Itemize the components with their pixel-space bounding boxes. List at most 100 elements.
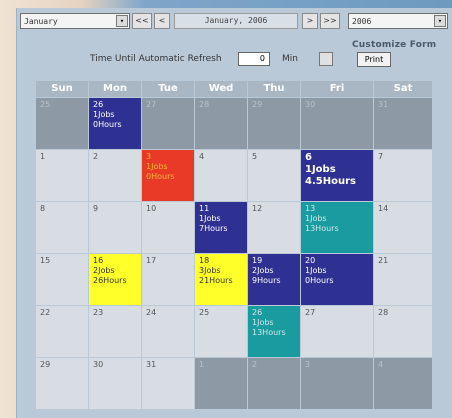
- calendar-toolbar: January ▾ << < January, 2006 > >> 2006 ▾: [20, 13, 452, 33]
- calendar-day-cell[interactable]: 3: [301, 358, 373, 409]
- calendar-day-cell[interactable]: 30: [89, 358, 141, 409]
- day-number: 30: [305, 100, 316, 109]
- calendar-day-cell[interactable]: 7: [374, 150, 432, 201]
- hours-total: 26Hours: [93, 276, 127, 285]
- day-number: 26: [93, 100, 104, 109]
- day-number: 10: [146, 204, 157, 213]
- day-header-thu: Thu: [248, 81, 300, 97]
- calendar-day-cell[interactable]: 29: [36, 358, 88, 409]
- calendar-day-cell[interactable]: 23: [89, 306, 141, 357]
- next-year-button[interactable]: >>: [320, 13, 340, 29]
- calendar-day-cell[interactable]: 2: [89, 150, 141, 201]
- calendar-day-cell[interactable]: 11 1Jobs 7Hours: [195, 202, 247, 253]
- calendar-day-cell[interactable]: 5: [248, 150, 300, 201]
- day-number: 7: [378, 152, 384, 161]
- day-number: 12: [252, 204, 263, 213]
- calendar-day-cell[interactable]: 6 1Jobs 4.5Hours: [301, 150, 373, 201]
- day-header-wed: Wed: [195, 81, 247, 97]
- hours-total: 9Hours: [252, 276, 281, 285]
- calendar-day-cell[interactable]: 1: [195, 358, 247, 409]
- day-number: 31: [378, 100, 389, 109]
- day-header-mon: Mon: [89, 81, 141, 97]
- job-count: 1Jobs: [252, 318, 274, 327]
- calendar-day-cell[interactable]: 28: [195, 98, 247, 149]
- day-number: 20: [305, 256, 316, 265]
- day-number: 11: [199, 204, 210, 213]
- next-month-button[interactable]: >: [302, 13, 318, 29]
- calendar-day-cell[interactable]: 9: [89, 202, 141, 253]
- day-number: 6: [305, 152, 312, 163]
- hours-total: 0Hours: [146, 172, 175, 181]
- job-count: 1Jobs: [199, 214, 221, 223]
- calendar-day-cell[interactable]: 31: [374, 98, 432, 149]
- chevron-down-icon[interactable]: ▾: [116, 15, 128, 27]
- calendar-day-cell[interactable]: 27: [301, 306, 373, 357]
- job-count: 1Jobs: [93, 110, 115, 119]
- calendar-day-cell[interactable]: 8: [36, 202, 88, 253]
- current-date-display: January, 2006: [174, 13, 298, 29]
- day-number: 19: [252, 256, 263, 265]
- calendar-day-cell[interactable]: 16 2Jobs 26Hours: [89, 254, 141, 305]
- calendar-day-cell[interactable]: 19 2Jobs 9Hours: [248, 254, 300, 305]
- calendar-day-cell[interactable]: 2: [248, 358, 300, 409]
- calendar-day-cell[interactable]: 24: [142, 306, 194, 357]
- day-header-tue: Tue: [142, 81, 194, 97]
- day-number: 30: [93, 360, 104, 369]
- calendar-day-cell[interactable]: 12: [248, 202, 300, 253]
- hours-total: 0Hours: [93, 120, 122, 129]
- calendar-day-cell[interactable]: 27: [142, 98, 194, 149]
- minutes-unit-label: Min: [282, 54, 298, 64]
- customize-form-link[interactable]: Customize Form: [352, 40, 436, 50]
- day-header-fri: Fri: [301, 81, 373, 97]
- prev-month-button[interactable]: <: [154, 13, 170, 29]
- day-number: 2: [252, 360, 258, 369]
- refresh-minutes-input[interactable]: 0: [238, 52, 270, 66]
- calendar-day-cell[interactable]: 30: [301, 98, 373, 149]
- calendar-day-cell[interactable]: 25: [195, 306, 247, 357]
- calendar-day-cell[interactable]: 28: [374, 306, 432, 357]
- calendar-day-cell[interactable]: 25: [36, 98, 88, 149]
- calendar-day-cell[interactable]: 1: [36, 150, 88, 201]
- day-number: 4: [199, 152, 205, 161]
- hours-total: 21Hours: [199, 276, 233, 285]
- day-number: 1: [40, 152, 46, 161]
- calendar-day-cell[interactable]: 21: [374, 254, 432, 305]
- calendar-grid: Sun Mon Tue Wed Thu Fri Sat 25 26 1Jobs 0Hours 27 28…: [36, 81, 433, 409]
- calendar-day-cell[interactable]: 22: [36, 306, 88, 357]
- calendar-day-cell[interactable]: 4: [374, 358, 432, 409]
- day-number: 27: [146, 100, 157, 109]
- month-select[interactable]: January ▾: [20, 13, 130, 29]
- day-number: 8: [40, 204, 46, 213]
- calendar-day-cell[interactable]: 29: [248, 98, 300, 149]
- day-number: 26: [252, 308, 263, 317]
- print-button[interactable]: Print: [357, 52, 391, 67]
- chevron-down-icon[interactable]: ▾: [434, 15, 446, 27]
- calendar-day-cell[interactable]: 3 1Jobs 0Hours: [142, 150, 194, 201]
- calendar-day-cell[interactable]: 4: [195, 150, 247, 201]
- calendar-day-cell[interactable]: 14: [374, 202, 432, 253]
- job-count: 2Jobs: [252, 266, 274, 275]
- day-number: 3: [305, 360, 311, 369]
- calendar-day-cell[interactable]: 18 3Jobs 21Hours: [195, 254, 247, 305]
- calendar-day-cell[interactable]: 10: [142, 202, 194, 253]
- day-number: 29: [40, 360, 51, 369]
- day-number: 28: [199, 100, 210, 109]
- job-count: 1Jobs: [305, 266, 327, 275]
- calendar-day-cell[interactable]: 17: [142, 254, 194, 305]
- calendar-day-cell[interactable]: 31: [142, 358, 194, 409]
- day-number: 21: [378, 256, 389, 265]
- prev-year-button[interactable]: <<: [132, 13, 152, 29]
- calendar-day-cell[interactable]: 20 1Jobs 0Hours: [301, 254, 373, 305]
- calendar-day-cell[interactable]: 13 1Jobs 13Hours: [301, 202, 373, 253]
- year-select[interactable]: 2006 ▾: [348, 13, 448, 29]
- auto-refresh-checkbox[interactable]: [319, 52, 333, 66]
- day-number: 28: [378, 308, 389, 317]
- day-number: 22: [40, 308, 51, 317]
- day-number: 27: [305, 308, 316, 317]
- hours-total: 0Hours: [305, 276, 334, 285]
- calendar-day-cell[interactable]: 15: [36, 254, 88, 305]
- day-number: 3: [146, 152, 152, 161]
- calendar-day-cell[interactable]: 26 1Jobs 0Hours: [89, 98, 141, 149]
- day-number: 24: [146, 308, 157, 317]
- calendar-day-cell[interactable]: 26 1Jobs 13Hours: [248, 306, 300, 357]
